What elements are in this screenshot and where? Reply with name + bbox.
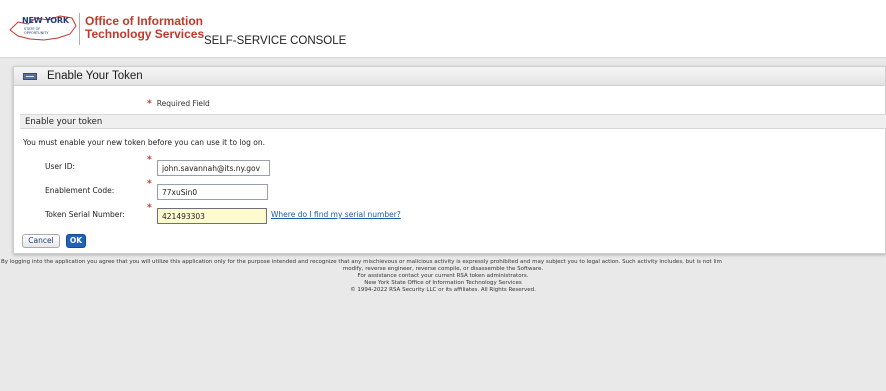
user-id-label: User ID: xyxy=(45,162,75,171)
logo-state-text: STATE OF OPPORTUNITY xyxy=(24,27,49,35)
serial-help-link[interactable]: Where do I find my serial number? xyxy=(271,210,401,219)
enable-token-panel: Enable Your Token * Required Field Enable… xyxy=(13,66,886,254)
footer-org: New York State Office of Information Tec… xyxy=(364,280,522,286)
console-title: SELF-SERVICE CONSOLE xyxy=(204,35,347,47)
enablement-code-required-icon: * xyxy=(147,179,152,189)
user-id-input[interactable] xyxy=(157,160,270,176)
legal-footer: By logging into the application you agre… xyxy=(0,259,886,294)
instructions-text: You must enable your new token before yo… xyxy=(23,138,265,147)
enablement-code-label: Enablement Code: xyxy=(45,186,115,195)
logo-divider xyxy=(79,13,80,45)
ok-button[interactable]: OK xyxy=(66,234,86,248)
serial-number-label: Token Serial Number: xyxy=(45,210,125,219)
panel-header: Enable Your Token xyxy=(14,67,885,86)
app-header: NEW YORK STATE OF OPPORTUNITY Office of … xyxy=(0,0,886,58)
serial-number-required-icon: * xyxy=(147,203,152,213)
serial-number-input[interactable] xyxy=(157,208,267,224)
required-field-label: Required Field xyxy=(156,99,210,108)
section-title: Enable your token xyxy=(25,117,103,127)
footer-disclaimer: By logging into the application you agre… xyxy=(1,259,722,265)
footer-copyright: © 1994-2022 RSA Security LLC or its affi… xyxy=(350,287,536,293)
cancel-button[interactable]: Cancel xyxy=(22,234,60,248)
office-name: Office of Information Technology Service… xyxy=(85,14,205,41)
enablement-code-input[interactable] xyxy=(157,184,268,200)
footer-assistance: For assistance contact your current RSA … xyxy=(357,273,529,279)
logo-ny-text: NEW YORK xyxy=(22,16,69,25)
section-header: Enable your token xyxy=(20,114,886,129)
page-title: Enable Your Token xyxy=(47,70,143,82)
footer-disclaimer-cont: modify, reverse engineer, reverse compil… xyxy=(342,266,544,272)
required-star-icon: * xyxy=(147,99,152,109)
required-field-note: * Required Field xyxy=(147,99,210,109)
user-id-required-icon: * xyxy=(147,155,152,165)
token-icon xyxy=(23,73,37,80)
